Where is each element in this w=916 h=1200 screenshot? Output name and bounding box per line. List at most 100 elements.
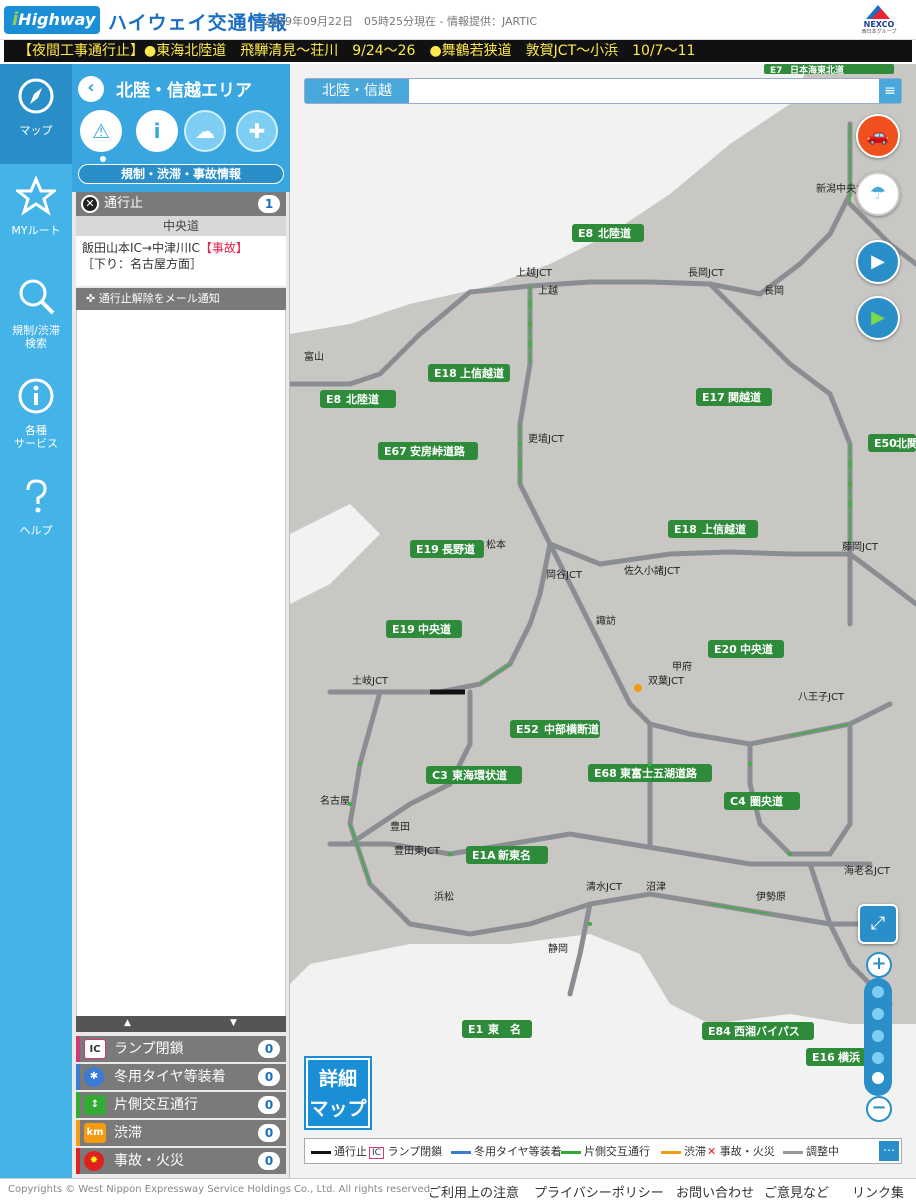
camera-layer-button[interactable]: ▶ [856, 240, 900, 284]
nav-help[interactable]: ヘルプ [0, 464, 72, 564]
category-label: 冬用タイヤ等装着 [114, 1069, 226, 1085]
zoom-out-button[interactable]: − [866, 1096, 892, 1122]
road-map[interactable]: E8 北陸道 E8 北陸道 E18 上信越道 E18 上信越道 E17 関越道 E67 安房… [290, 64, 916, 1178]
warning-category-button[interactable]: ⚠ [80, 110, 122, 152]
route-label[interactable]: E16 横浜 [806, 1048, 866, 1066]
incident-section: 飯田山本IC→中津川IC [82, 241, 200, 255]
footer-link-contact[interactable]: お問い合わせ [676, 1182, 754, 1200]
closure-icon: ✕ [81, 195, 99, 213]
menu-icon[interactable]: ≡ [879, 79, 901, 103]
nav-search[interactable]: 規制/渋滞 検索 [0, 264, 72, 364]
legend-ramp: IC ランプ閉鎖 [369, 1145, 442, 1160]
legend-label: 渋滞 [684, 1145, 706, 1158]
scroll-down-icon[interactable]: ▼ [230, 1018, 237, 1028]
area-bar[interactable]: 北陸・信越 ≡ [304, 78, 902, 104]
list-scroll[interactable]: ▲ ▼ [76, 1016, 286, 1032]
route-label-text: E19 [416, 543, 439, 556]
route-label[interactable]: E8 北陸道 [320, 390, 396, 408]
footer-link-feedback[interactable]: ご意見など [764, 1182, 829, 1200]
route-label[interactable]: C4 圏央道 [724, 792, 800, 810]
area-tab[interactable]: 北陸・信越 [305, 79, 409, 103]
info-panel: ‹ 北陸・信越エリア ⚠ i ☁ ✚ 規制・渋滞・事故情報 ✕ 通行止 1 中央… [72, 64, 290, 1178]
mail-notify-button[interactable]: ✜ 通行止解除をメール通知 [76, 288, 286, 310]
zoom-step[interactable] [872, 1052, 884, 1064]
place-label: 上越 [538, 284, 558, 297]
nav-map[interactable]: マップ [0, 64, 72, 164]
zoom-in-button[interactable]: + [866, 952, 892, 978]
green-camera-button[interactable]: ▶ [856, 296, 900, 340]
category-congestion[interactable]: km 渋滞 0 [76, 1120, 286, 1146]
nexco-logo[interactable]: NEXCO 西日本グループ [852, 5, 906, 35]
route-label[interactable]: E84 西湘バイパス [702, 1022, 814, 1040]
route-label[interactable]: E1A 新東名 [466, 846, 548, 864]
zoom-step[interactable] [872, 986, 884, 998]
route-label[interactable]: E67 安房峠道路 [378, 442, 478, 460]
zoom-step[interactable] [872, 1008, 884, 1020]
route-label[interactable]: E20 中央道 [708, 640, 784, 658]
fullscreen-button[interactable]: ⤢ [858, 904, 898, 944]
nav-services[interactable]: 各種 サービス [0, 364, 72, 464]
info-category-button[interactable]: i [136, 110, 178, 152]
nexco-sub: 西日本グループ [861, 29, 897, 35]
route-label-text: 中央道 [418, 622, 451, 636]
category-winter-tire[interactable]: ✱ 冬用タイヤ等装着 0 [76, 1064, 286, 1090]
category-alternating[interactable]: ↕ 片側交互通行 0 [76, 1092, 286, 1118]
route-label-text: E84 [708, 1025, 731, 1038]
ihighway-logo[interactable]: iHighway [4, 6, 100, 34]
route-label[interactable]: E1 東 名 [462, 1020, 532, 1038]
route-label[interactable]: E19 長野道 [410, 540, 484, 558]
legend-more-icon[interactable]: ⋯ [879, 1141, 899, 1161]
route-label[interactable]: C3 東海環状道 [426, 766, 522, 784]
place-label: 双葉JCT [648, 674, 685, 687]
x-mark-icon: ✕ [707, 1145, 717, 1158]
weather-layer-button[interactable]: ☂ [856, 172, 900, 216]
route-label[interactable]: E18 上信越道 [428, 364, 510, 382]
category-count: 0 [258, 1124, 280, 1142]
route-label[interactable]: E68 東富士五湖道路 [588, 764, 712, 782]
warning-icon: ⚠ [92, 119, 110, 143]
route-label[interactable]: E8 北陸道 [572, 224, 644, 242]
incident-item[interactable]: 飯田山本IC→中津川IC【事故】 ［下り：名古屋方面］ [76, 236, 286, 286]
nav-rail: マップ MYルート 規制/渋滞 検索 各種 サービス ヘルプ [0, 64, 72, 1178]
closure-header[interactable]: ✕ 通行止 1 [76, 192, 286, 216]
route-label-text: 関越道 [728, 390, 761, 404]
route-label[interactable]: E52 中部横断道 [510, 720, 600, 738]
route-label[interactable]: E18 上信越道 [668, 520, 758, 538]
news-ticker[interactable]: 【夜間工事通行止】●東海北陸道 飛騨清見〜荘川 9/24〜26 ●舞鶴若狭道 敦… [4, 40, 912, 62]
category-count: 0 [258, 1040, 280, 1058]
footer-link-terms[interactable]: ご利用上の注意 [428, 1182, 519, 1200]
bandage-category-button[interactable]: ✚ [236, 110, 278, 152]
bandage-icon: ✚ [248, 119, 266, 143]
place-label: 豊田 [390, 820, 410, 833]
route-label-text: C4 [730, 795, 746, 808]
map-canvas[interactable]: E8 北陸道 E8 北陸道 E18 上信越道 E18 上信越道 E17 関越道 E67 安房… [290, 64, 916, 1178]
place-label: 静岡 [548, 942, 568, 955]
back-button[interactable]: ‹ [78, 76, 104, 102]
expand-icon: ⤢ [870, 913, 886, 934]
weather-category-button[interactable]: ☁ [184, 110, 226, 152]
zoom-handle[interactable] [872, 1072, 884, 1084]
legend-label: 冬用タイヤ等装着 [474, 1145, 562, 1158]
footer-link-links[interactable]: リンク集 [852, 1182, 904, 1200]
footer-link-privacy[interactable]: プライバシーポリシー [534, 1182, 664, 1200]
category-ramp-closure[interactable]: IC ランプ閉鎖 0 [76, 1036, 286, 1062]
zoom-step[interactable] [872, 1030, 884, 1042]
nav-myroute[interactable]: MYルート [0, 164, 72, 264]
zoom-slider[interactable] [864, 978, 892, 1096]
route-label[interactable]: E50 北関 [868, 434, 916, 452]
route-label[interactable]: E19 中央道 [386, 620, 462, 638]
category-accident[interactable]: ✸ 事故・火災 0 [76, 1148, 286, 1174]
detail-map-button[interactable]: 詳細 マップ [304, 1056, 372, 1130]
legend-alternating: 片側交互通行 [561, 1145, 650, 1159]
route-label-text: E16 [812, 1051, 835, 1064]
route-label-text: 東海環状道 [452, 768, 507, 782]
route-label-text: 中央道 [740, 642, 773, 656]
closure-count: 1 [258, 195, 280, 213]
route-label-text: E8 [578, 227, 593, 240]
legend-label: 通行止 [334, 1145, 367, 1158]
route-label-text: E17 [702, 391, 725, 404]
scroll-up-icon[interactable]: ▲ [124, 1018, 131, 1028]
route-label[interactable]: E17 関越道 [696, 388, 772, 406]
traffic-layer-button[interactable]: 🚗 [856, 114, 900, 158]
category-label: 規制・渋滞・事故情報 [78, 164, 284, 184]
